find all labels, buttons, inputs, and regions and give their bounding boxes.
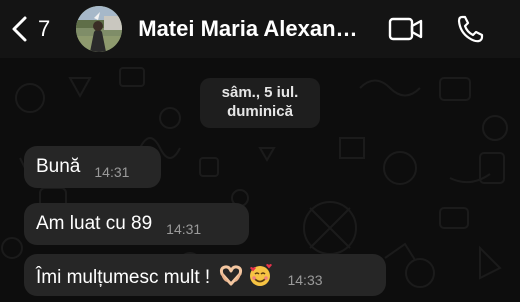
message-bubble[interactable]: Bună 14:31 [24,146,161,188]
message-text-content: Îmi mulțumesc mult ! [36,266,216,288]
phone-icon [457,15,484,43]
message-text: Am luat cu 89 [36,213,153,234]
message-text: Bună [36,156,81,177]
date-line-1: sâm., 5 iul. [221,84,299,101]
chevron-left-icon [12,16,27,42]
heart-hands-emoji [220,264,243,285]
date-line-2: duminică [227,103,293,120]
avatar[interactable] [76,6,123,52]
chat-header: 7 Matei Maria Alexandr... [0,0,520,58]
back-button[interactable]: 7 [10,9,50,49]
message-time: 14:31 [166,221,202,237]
message-text: Îmi mulțumesc mult ! [36,262,273,289]
message-time: 14:33 [287,272,323,288]
message-bubble[interactable]: Îmi mulțumesc mult ! 14:33 [24,254,386,296]
video-call-button[interactable] [386,12,426,46]
date-separator: sâm., 5 iul. duminică [200,78,320,128]
voice-call-button[interactable] [450,12,490,46]
unread-count: 7 [38,16,51,41]
contact-name[interactable]: Matei Maria Alexandr... [138,16,370,42]
message-bubble[interactable]: Am luat cu 89 14:31 [24,203,249,245]
chat-area[interactable]: sâm., 5 iul. duminică Bună 14:31 Am luat… [0,58,520,302]
video-camera-icon [388,17,423,41]
contact-photo [76,6,123,52]
message-time: 14:31 [94,164,130,180]
smiling-face-with-hearts-emoji [250,263,273,286]
